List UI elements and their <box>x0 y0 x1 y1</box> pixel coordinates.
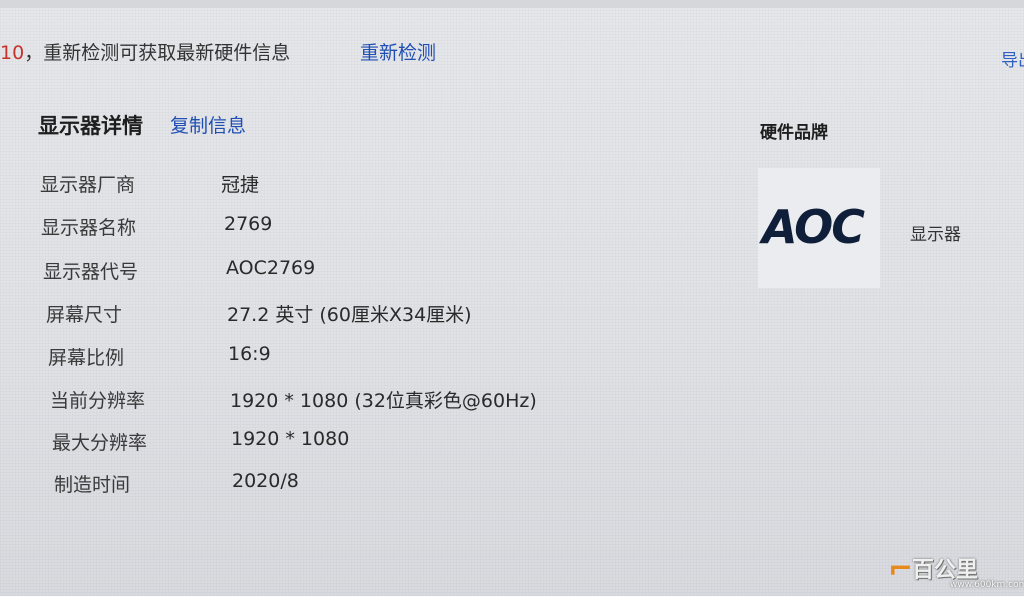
detail-label: 显示器厂商 <box>40 174 136 196</box>
watermark-url: www.600km.com <box>950 580 1024 590</box>
top-band <box>0 0 1024 8</box>
aoc-logo: AOC <box>762 200 865 254</box>
monitor-details-title: 显示器详情 <box>38 114 143 138</box>
detail-value: 冠捷 <box>221 174 260 196</box>
notice-count: 10 <box>0 42 25 64</box>
detail-label: 制造时间 <box>54 474 131 496</box>
detail-label: 显示器名称 <box>41 217 137 239</box>
detail-value: 1920 * 1080 (32位真彩色@60Hz) <box>230 390 537 412</box>
detail-label: 当前分辨率 <box>50 390 146 412</box>
update-notice: 10，重新检测可获取最新硬件信息 <box>0 38 290 65</box>
detail-value: 2020/8 <box>232 470 299 492</box>
export-nav-link[interactable]: 导出 <box>1001 46 1024 71</box>
notice-text: ，重新检测可获取最新硬件信息 <box>24 42 291 64</box>
watermark: ⌐ 百公里 www.600km.com <box>886 548 1024 592</box>
detail-value: 2769 <box>224 213 273 235</box>
detail-label: 最大分辨率 <box>52 432 148 454</box>
copy-info-link[interactable]: 复制信息 <box>170 111 246 138</box>
recheck-link[interactable]: 重新检测 <box>360 38 436 65</box>
detail-label: 屏幕比例 <box>48 347 125 369</box>
detail-value: 16:9 <box>228 343 271 365</box>
detail-label: 显示器代号 <box>43 261 139 283</box>
hardware-brand-title: 硬件品牌 <box>760 123 828 143</box>
detail-value: AOC2769 <box>226 257 316 279</box>
brand-type-label: 显示器 <box>910 225 961 245</box>
detail-value: 27.2 英寸 (60厘米X34厘米) <box>227 304 472 326</box>
detail-value: 1920 * 1080 <box>231 428 350 450</box>
watermark-logo-icon: ⌐ <box>888 552 914 587</box>
screen-texture <box>0 0 1024 596</box>
detail-label: 屏幕尺寸 <box>46 304 123 326</box>
